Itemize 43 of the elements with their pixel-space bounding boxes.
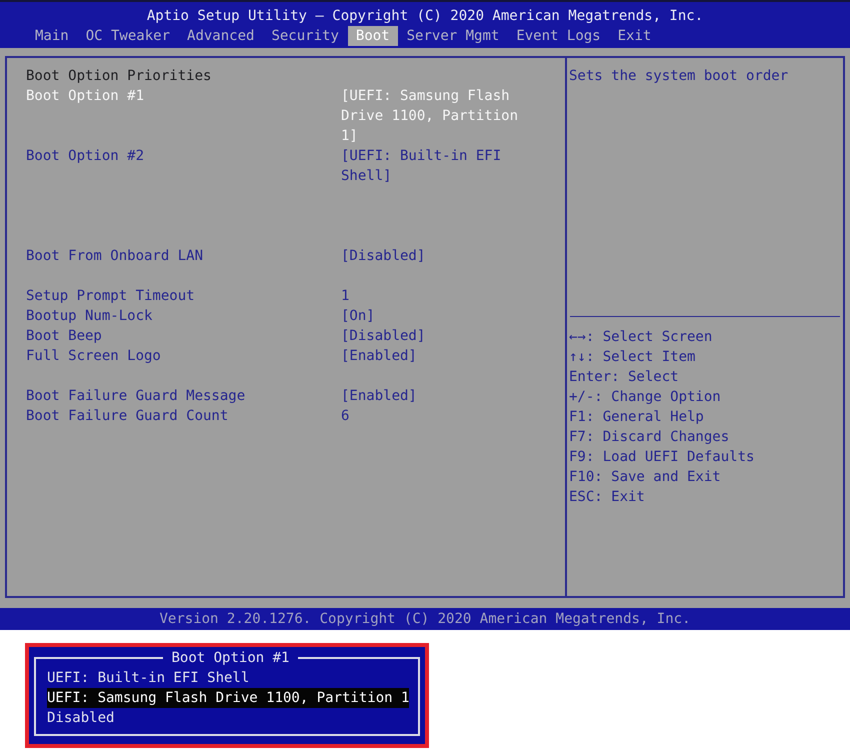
setting-label[interactable]: Full Screen Logo	[26, 346, 161, 366]
popup-option[interactable]: Disabled	[47, 708, 114, 728]
setting-value[interactable]: [Disabled]	[341, 326, 426, 346]
popup-option[interactable]: UEFI: Samsung Flash Drive 1100, Partition 1	[47, 688, 410, 708]
menu-tab[interactable]: Security	[263, 26, 347, 46]
key-hint: F1: General Help	[569, 408, 704, 427]
menu-tab[interactable]: Boot	[348, 26, 398, 46]
setting-value[interactable]: [Enabled]	[341, 346, 417, 366]
setting-value[interactable]: [UEFI: Samsung Flash Drive 1100, Partition 1]	[341, 86, 523, 146]
popup-option[interactable]: UEFI: Built-in EFI Shell	[47, 668, 250, 688]
key-hint: ESC: Exit	[569, 488, 645, 507]
setting-value[interactable]: 6	[341, 406, 350, 426]
version-bar: Version 2.20.1276. Copyright (C) 2020 American Megatrends, Inc.	[0, 608, 850, 630]
setting-value[interactable]: [UEFI: Built-in EFI Shell]	[341, 146, 523, 186]
setting-label[interactable]: Boot Failure Guard Message	[26, 386, 246, 406]
key-hint: ↑↓: Select Item	[569, 348, 696, 367]
popup-title: Boot Option #1	[170, 649, 290, 668]
setting-value[interactable]: 1	[341, 286, 350, 306]
window-title: Aptio Setup Utility – Copyright (C) 2020 American Megatrends, Inc.	[146, 7, 704, 26]
menu-tab[interactable]: Exit	[610, 26, 660, 46]
setting-value[interactable]: [On]	[341, 306, 375, 326]
menu-tab[interactable]: Event Logs	[508, 26, 609, 46]
setting-label[interactable]: Bootup Num-Lock	[26, 306, 152, 326]
key-hint: F7: Discard Changes	[569, 428, 730, 447]
help-text: Sets the system boot order	[569, 67, 788, 86]
setting-label[interactable]: Boot Failure Guard Count	[26, 406, 228, 426]
section-heading: Boot Option Priorities	[26, 67, 212, 86]
setting-label[interactable]: Boot Option #2	[26, 146, 144, 166]
setting-value[interactable]: [Enabled]	[341, 386, 417, 406]
setting-label[interactable]: Boot Option #1	[26, 86, 144, 106]
setting-value[interactable]: [Disabled]	[341, 246, 426, 266]
setting-label[interactable]: Boot From Onboard LAN	[26, 246, 204, 266]
menu-tab[interactable]: OC Tweaker	[78, 26, 178, 46]
key-hint: ←→: Select Screen	[569, 328, 712, 347]
setting-label[interactable]: Boot Beep	[26, 326, 102, 346]
setting-label[interactable]: Setup Prompt Timeout	[26, 286, 195, 306]
menu-tab[interactable]: Server Mgmt	[398, 26, 508, 46]
key-hint: F9: Load UEFI Defaults	[569, 448, 754, 467]
menu-tab[interactable]: Main	[27, 26, 77, 46]
menu-tab[interactable]: Advanced	[179, 26, 262, 46]
key-hint: F10: Save and Exit	[569, 468, 721, 487]
key-hint: +/-: Change Option	[569, 388, 721, 407]
key-hint: Enter: Select	[569, 368, 679, 387]
